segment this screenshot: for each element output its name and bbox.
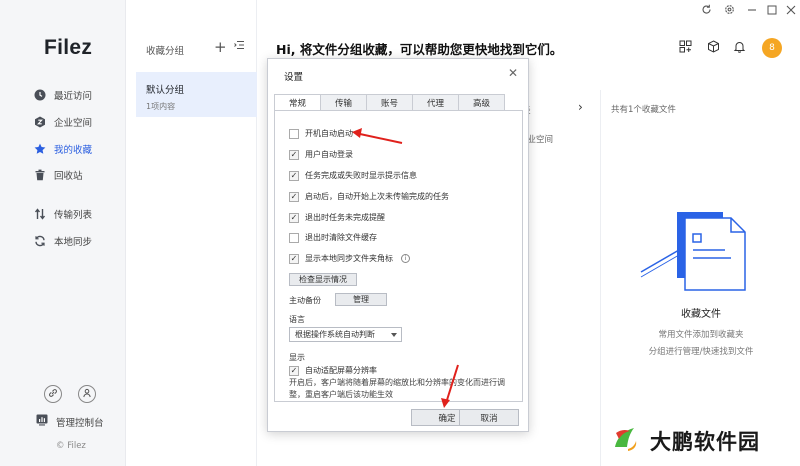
site-watermark: 大鹏软件园 [606, 420, 760, 461]
annotation-arrows [352, 128, 459, 408]
app-window: Filez 最近访问 企业空间 我的收藏 回收站 传输列表 本地同步 管理控制台… [0, 0, 800, 466]
watermark-logo-icon [606, 420, 644, 461]
arrow-to-auto-start [352, 128, 403, 144]
watermark-text: 大鹏软件园 [650, 429, 760, 454]
arrow-to-ok-button [441, 364, 459, 408]
